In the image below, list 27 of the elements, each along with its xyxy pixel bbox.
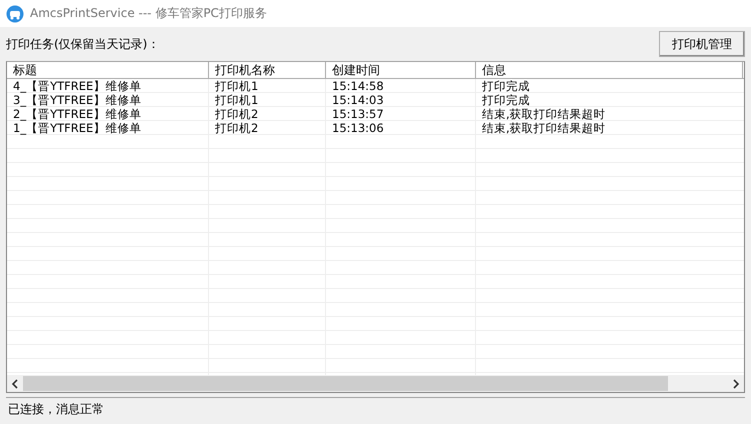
table-cell-text: 15:14:58	[331, 79, 385, 93]
table-cell-text: 结束,获取打印结果超时	[481, 107, 607, 121]
app-logo-icon	[6, 4, 24, 22]
status-text: 已连接，消息正常	[8, 400, 104, 418]
table-cell-text: 结束,获取打印结果超时	[481, 121, 607, 135]
column-header[interactable]: 标题	[7, 62, 209, 78]
table-cell-text: 1_【晋YTFREE】维修单	[12, 121, 142, 135]
table-cell-text: 打印完成	[481, 79, 531, 93]
window-title: AmcsPrintService --- 修车管家PC打印服务	[30, 5, 267, 22]
column-header[interactable]: 创建时间	[326, 62, 476, 78]
table-cell-text: 打印机1	[214, 79, 260, 93]
printer-manage-button[interactable]: 打印机管理	[659, 31, 745, 57]
table-cell-text: 4_【晋YTFREE】维修单	[12, 79, 142, 93]
table-cell-text: 打印机2	[214, 107, 260, 121]
horizontal-scrollbar[interactable]	[7, 375, 744, 392]
table-cell-text: 15:14:03	[331, 93, 385, 107]
table-cell-text: 2_【晋YTFREE】维修单	[12, 107, 142, 121]
column-header[interactable]: 信息	[476, 62, 743, 78]
table-cell-text: 打印机2	[214, 121, 260, 135]
table-cell-text: 15:13:57	[331, 107, 385, 121]
column-header[interactable]: 打印机名称	[209, 62, 326, 78]
table-cell-text: 打印机1	[214, 93, 260, 107]
scrollbar-thumb[interactable]	[23, 376, 668, 391]
table-cell-text: 15:13:06	[331, 121, 385, 135]
table-cell-text: 3_【晋YTFREE】维修单	[12, 93, 142, 107]
table-cell-text: 打印完成	[481, 93, 531, 107]
task-label: 打印任务(仅保留当天记录)：	[6, 36, 160, 52]
